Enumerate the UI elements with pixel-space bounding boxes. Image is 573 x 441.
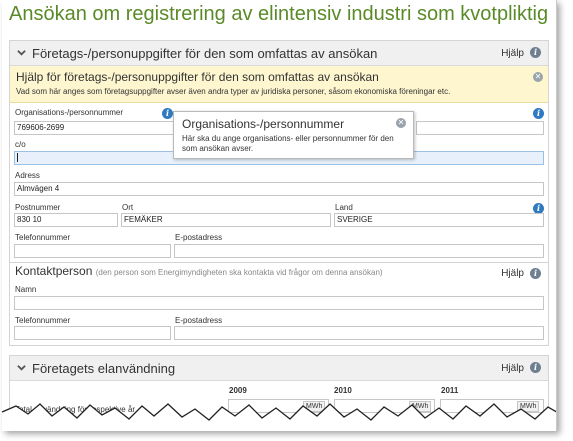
torn-edge-decoration: [2, 403, 556, 431]
form-window: Ansökan om registrering av elintensiv in…: [2, 0, 557, 431]
